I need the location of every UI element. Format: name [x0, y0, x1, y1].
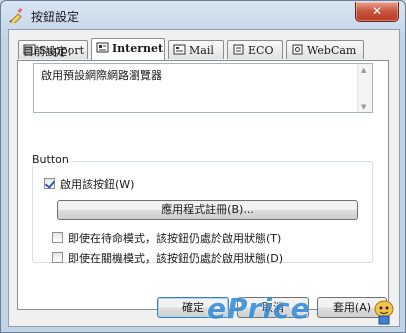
enable-button-label[interactable]: 啟用該按鈕(W)	[60, 176, 134, 192]
enable-button-checkbox[interactable]	[44, 178, 55, 189]
shutdown-active-label[interactable]: 即使在關機模式，該按鈕仍處於啟用狀態(D)	[68, 250, 283, 266]
scroll-up-icon[interactable]: ▲	[361, 66, 366, 74]
tab-webcam-label: WebCam	[307, 44, 357, 57]
standby-active-label[interactable]: 即使在待命模式，該按鈕仍處於啟用狀態(T)	[68, 230, 281, 246]
tab-eco[interactable]: ECO	[227, 40, 283, 59]
close-icon: ✕	[371, 4, 383, 18]
close-button[interactable]: ✕	[355, 2, 399, 22]
tab-webcam[interactable]: WebCam	[286, 40, 364, 59]
standby-active-checkbox[interactable]	[52, 232, 63, 243]
scroll-down-icon[interactable]: ▼	[361, 103, 366, 111]
tab-mail-label: Mail	[189, 44, 214, 57]
tab-mail[interactable]: Mail	[168, 40, 224, 59]
app-register-label: 應用程式註冊(B)...	[161, 203, 254, 216]
dialog-window: 按鈕設定 ✕ Support Internet Mail ECO WebCam …	[0, 0, 406, 333]
window-title: 按鈕設定	[31, 10, 80, 24]
tab-internet[interactable]: Internet	[91, 38, 165, 60]
webcam-icon	[292, 44, 303, 55]
mail-icon	[173, 44, 186, 55]
eprice-watermark: ePrice	[207, 292, 311, 325]
tab-internet-label: Internet	[112, 42, 164, 55]
app-register-button[interactable]: 應用程式註冊(B)...	[57, 200, 358, 220]
title-bar[interactable]: 按鈕設定 ✕	[1, 1, 405, 29]
eco-icon	[233, 44, 244, 55]
internet-icon	[96, 42, 109, 53]
tab-eco-label: ECO	[248, 44, 274, 57]
mascot-icon	[374, 300, 394, 325]
pencil-icon	[9, 8, 23, 23]
apply-label: 套用(A)	[332, 301, 372, 314]
shutdown-active-checkbox[interactable]	[52, 252, 63, 263]
ok-label: 確定	[182, 301, 204, 314]
button-group-title: Button	[30, 153, 71, 166]
current-setting-value: 啟用預設網際網路瀏覽器	[41, 69, 162, 82]
current-setting-field[interactable]: 啟用預設網際網路瀏覽器 ▲ ▼	[33, 63, 373, 113]
current-setting-label: 目前設定：	[23, 45, 78, 58]
vertical-scrollbar[interactable]: ▲ ▼	[357, 64, 372, 112]
